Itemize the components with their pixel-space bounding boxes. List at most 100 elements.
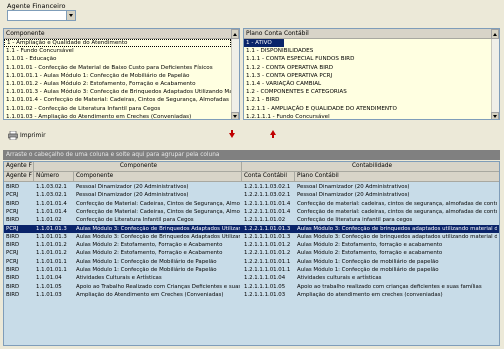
componente-tree-item[interactable]: 1.1 - Fundo Concursável (4, 47, 231, 55)
table-cell: Pessoal Dinamizador (20 Administrativos) (76, 184, 189, 190)
table-row[interactable]: BIRD 1.1.01.01.4 Confecção de Material: Ca… (4, 200, 499, 208)
table-cell: Confecção de Material: Cadeiras, Cintos … (76, 208, 240, 215)
table-cell: Confecção de material: cadeiras, cintos … (297, 200, 497, 207)
printer-icon (8, 130, 18, 140)
componente-tree-item[interactable]: 1.1.01 - Educação (4, 55, 231, 63)
column-header-conta-contabil[interactable]: Conta Contábil (242, 172, 295, 182)
chevron-down-icon[interactable] (66, 11, 75, 20)
table-cell: 1.1.01.01.3 (36, 225, 67, 232)
componente-tree-item[interactable]: 1.1.01.01 - Confecção de Material de Bai… (4, 64, 231, 72)
move-up-button[interactable] (270, 130, 276, 138)
componente-tree-panel[interactable]: Componente 1 - Ampliação e Qualidade do … (3, 28, 240, 120)
table-cell: 1.1.03.02.1 (36, 184, 67, 190)
plano-conta-panel-header: Plano Conta Contábil (244, 29, 499, 39)
table-cell: 1.1.01.04 (36, 275, 62, 282)
table-row[interactable]: BIRD 1.1.01.01.3 Aulas Módulo 3: Confecção… (4, 233, 499, 241)
group-header-agente: Agente F (4, 162, 34, 172)
table-cell: BIRD (6, 233, 20, 240)
table-row[interactable]: PCRJ 1.1.03.02.1 Pessoal Dinamizador (20 A… (4, 191, 499, 199)
scroll-up-icon[interactable] (491, 29, 499, 39)
table-row[interactable]: BIRD 1.1.01.01.1 Aulas Módulo 1: Confecção… (4, 266, 499, 274)
table-row[interactable]: BIRD 1.1.01.04 Atividades Culturais e Artí… (4, 274, 499, 282)
table-cell: BIRD (6, 242, 20, 249)
table-cell: 1.1.01.01.2 (36, 242, 67, 249)
table-row[interactable]: PCRJ 1.1.01.01.2 Aulas Módulo 2: Estofamen… (4, 249, 499, 257)
column-header-componente[interactable]: Componente (74, 172, 242, 182)
table-row[interactable]: PCRJ 1.1.01.01.1 Aulas Módulo 1: Confecção… (4, 258, 499, 266)
table-cell: Aulas Módulo 3: Confecção de Brinquedos … (76, 225, 240, 232)
move-down-button[interactable] (229, 130, 235, 138)
column-header-agente[interactable]: Agente F (4, 172, 34, 182)
table-row[interactable]: BIRD 1.1.01.01.2 Aulas Módulo 2: Estofamen… (4, 241, 499, 249)
scroll-down-icon[interactable] (491, 112, 499, 119)
table-cell: 1.2.1.1.1.03.02.1 (244, 184, 291, 190)
table-cell: 1.1.01.01.1 (36, 258, 67, 265)
componente-tree-item[interactable]: 1.1.01.01.4 - Confecção de Material: Cad… (4, 96, 231, 104)
table-cell: 1.2.1.1.1.01.01.4 (244, 200, 291, 207)
group-header-contabilidade: Contabilidade (242, 162, 499, 172)
agente-financeiro-value (8, 11, 10, 18)
table-cell: BIRD (6, 291, 20, 298)
table-cell: Aulas Módulo 2: Estofamento, forração e … (297, 250, 443, 257)
left-vertical-scrollbar[interactable] (231, 39, 239, 119)
plano-conta-tree-item[interactable]: 1.1.3 - CONTA OPERATIVA PCRJ (244, 72, 491, 80)
table-cell: Confecção de material: cadeiras, cintos … (297, 208, 497, 215)
componente-tree-item[interactable]: 1 - Ampliação e Qualidade do Atendimento (4, 39, 231, 48)
table-cell: Apoio ao trabalho realizado com crianças… (297, 283, 482, 290)
plano-conta-tree-panel[interactable]: Plano Conta Contábil 1 - ATIVO 1.1 - DISP… (243, 28, 500, 120)
table-row[interactable]: PCRJ 1.1.01.01.3 Aulas Módulo 3: Confecção… (4, 224, 499, 233)
table-cell: Pessoal Dinamizador (20 Administrativos) (297, 184, 410, 190)
scroll-up-icon[interactable] (231, 29, 239, 39)
plano-conta-tree-item[interactable]: 1.1 - DISPONIBILIDADES (244, 47, 491, 55)
table-row[interactable]: PCRJ 1.1.01.01.4 Confecção de Material: Ca… (4, 208, 499, 216)
componente-tree-item[interactable]: 1.1.01.03 - Ampliação do Atendimento em … (4, 113, 231, 119)
table-row[interactable]: BIRD 1.1.01.03 Ampliação do Atendimento em… (4, 291, 499, 299)
table-cell: 1.1.01.01.2 (36, 250, 67, 257)
column-header-numero[interactable]: Número (34, 172, 74, 182)
table-cell: Pessoal Dinamizador (20 Administrativos) (76, 192, 189, 199)
plano-conta-tree-item[interactable]: 1.2 - COMPONENTES E CATEGORIAS (244, 88, 491, 96)
print-button[interactable]: Imprimir (8, 129, 52, 141)
table-cell: BIRD (6, 184, 20, 190)
table-cell: 1.1.01.01.1 (36, 267, 67, 273)
plano-conta-tree-item[interactable]: 1.2.1.1.1 - Fundo Concursável (244, 113, 491, 119)
plano-conta-tree-item[interactable]: 1 - ATIVO (244, 39, 284, 48)
table-cell: PCRJ (6, 208, 19, 215)
plano-conta-tree-item[interactable]: 1.1.1 - CONTA ESPECIAL FUNDOS BIRD (244, 55, 491, 63)
table-cell: PCRJ (6, 192, 19, 199)
table-cell: Aulas Módulo 2: Estofamento, Forração e … (76, 250, 223, 257)
componente-panel-header-label: Componente (6, 30, 45, 37)
table-cell: PCRJ (6, 258, 19, 265)
table-cell: 1.2.2.1.1.01.01.3 (244, 225, 291, 232)
group-by-bar[interactable]: Arraste o cabeçalho de uma coluna e solt… (3, 150, 500, 160)
table-cell: BIRD (6, 267, 20, 273)
componente-tree-item[interactable]: 1.1.01.01.2 - Aulas Módulo 2: Estofament… (4, 80, 231, 88)
plano-conta-tree-item[interactable]: 1.2.1.1 - AMPLIAÇÃO E QUALIDADE DO ATEND… (244, 105, 491, 113)
plano-conta-panel-header-label: Plano Conta Contábil (246, 30, 309, 37)
table-cell: Confecção de Material: Cadeiras, Cintos … (76, 200, 240, 207)
table-cell: 1.2.2.1.1.01.01.2 (244, 250, 291, 257)
table-row[interactable]: BIRD 1.1.01.02 Confecção de Literatura Inf… (4, 216, 499, 224)
componente-tree-item[interactable]: 1.1.01.01.1 - Aulas Módulo 1: Confecção … (4, 72, 231, 80)
table-cell: 1.1.03.02.1 (36, 192, 67, 199)
table-cell: BIRD (6, 217, 20, 224)
table-cell: 1.1.01.05 (36, 283, 62, 290)
table-cell: Aulas Módulo 2: Estofamento, forração e … (297, 242, 443, 249)
table-cell: Aulas Módulo 1: Confecção de mobiliário … (297, 267, 439, 273)
componente-tree-item[interactable]: 1.1.01.01.3 - Aulas Módulo 3: Confecção … (4, 88, 231, 96)
right-vertical-scrollbar[interactable] (491, 39, 499, 119)
table-cell: Aulas Módulo 2: Estofamento, Forração e … (76, 242, 223, 249)
plano-conta-tree-item[interactable]: 1.2.1 - BIRD (244, 96, 491, 104)
scroll-down-icon[interactable] (231, 112, 239, 119)
table-cell: Pessoal Dinamizador (20 Administrativos) (297, 192, 410, 199)
column-header-plano-contabil[interactable]: Plano Contábil (295, 172, 499, 182)
table-row[interactable]: BIRD 1.1.01.05 Apoio ao Trabalho Realizado… (4, 283, 499, 291)
plano-conta-tree-item[interactable]: 1.1.2 - CONTA OPERATIVA BIRD (244, 64, 491, 72)
table-cell: Ampliação do atendimento em creches (con… (297, 291, 443, 298)
agente-financeiro-select[interactable] (7, 10, 76, 21)
data-grid[interactable]: Agente F Componente Contabilidade Agente… (3, 161, 500, 346)
componente-tree-item[interactable]: 1.1.01.02 - Confecção de Literatura Infa… (4, 105, 231, 113)
componente-panel-header: Componente (4, 29, 239, 39)
plano-conta-tree-item[interactable]: 1.1.4 - VARIAÇÃO CAMBIAL (244, 80, 491, 88)
table-row[interactable]: BIRD 1.1.03.02.1 Pessoal Dinamizador (20 A… (4, 183, 499, 191)
